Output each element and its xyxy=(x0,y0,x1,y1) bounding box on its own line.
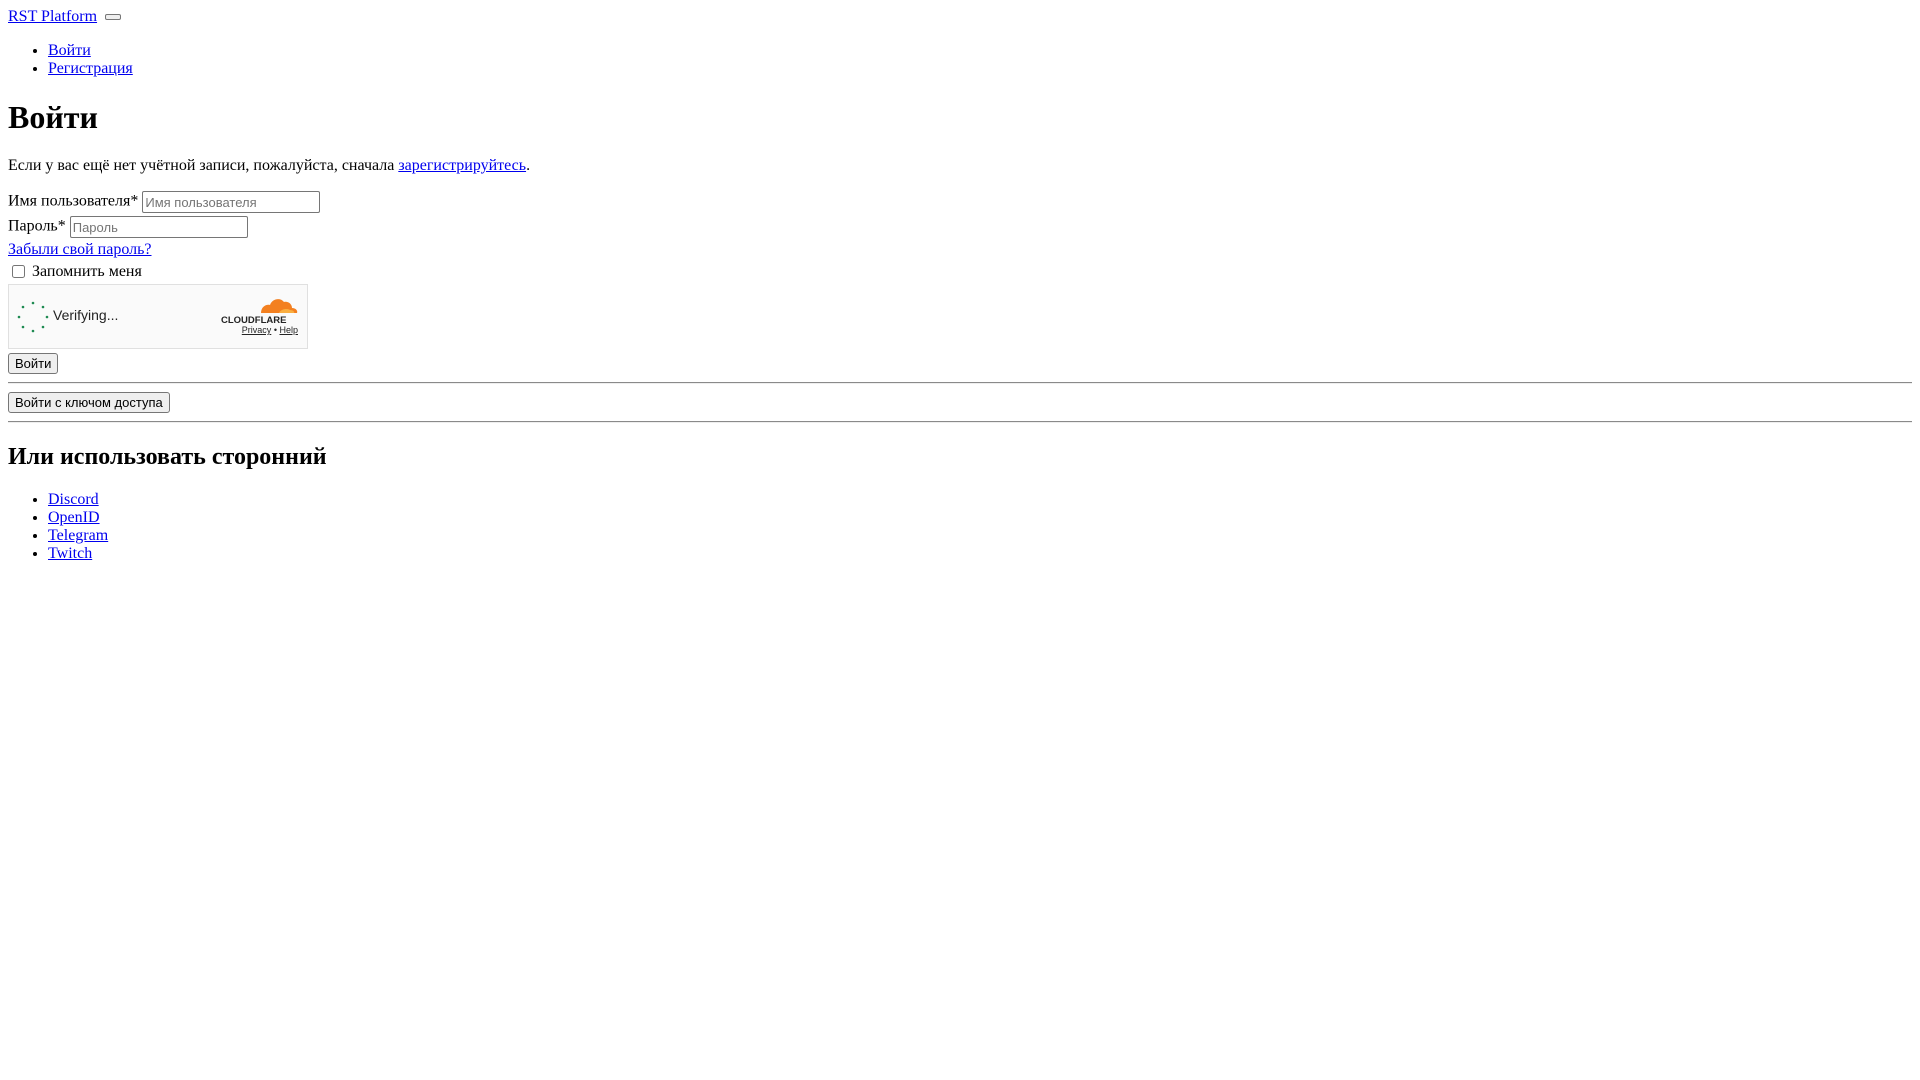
intro-text: Если у вас ещё нет учётной записи, пожал… xyxy=(8,157,1912,175)
navbar: RST Platform xyxy=(8,8,1912,26)
provider-item-openid: OpenID xyxy=(48,509,1912,527)
provider-list: Discord OpenID Telegram Twitch xyxy=(8,491,1912,563)
password-input[interactable] xyxy=(69,216,248,238)
nav-menu: Войти Регистрация xyxy=(8,42,1912,78)
login-form: Имя пользователя* Пароль* Забыли свой па… xyxy=(8,191,1912,374)
nav-item-register: Регистрация xyxy=(48,60,1912,78)
discord-link[interactable]: Discord xyxy=(48,491,99,508)
cloudflare-logo-icon: CLOUDFLARE xyxy=(221,299,298,324)
captcha-help-link[interactable]: Help xyxy=(279,325,298,335)
third-party-title: Или использовать сторонний xyxy=(8,444,327,470)
twitch-link[interactable]: Twitch xyxy=(48,545,92,562)
divider-bottom xyxy=(8,421,1912,423)
provider-item-discord: Discord xyxy=(48,491,1912,509)
forgot-password-link[interactable]: Забыли свой пароль? xyxy=(8,241,1912,259)
telegram-link[interactable]: Telegram xyxy=(48,527,108,544)
provider-item-twitch: Twitch xyxy=(48,545,1912,563)
username-label: Имя пользователя* xyxy=(8,192,139,210)
remember-checkbox[interactable] xyxy=(12,265,25,278)
password-row: Пароль* xyxy=(8,216,1912,238)
remember-label: Запомнить меня xyxy=(32,263,142,280)
register-link[interactable]: зарегистрируйтесь xyxy=(398,157,526,174)
nav-login-link[interactable]: Войти xyxy=(48,42,91,59)
page-title: Войти xyxy=(8,99,98,135)
passkey-login-button[interactable]: Войти с ключом доступа xyxy=(8,392,170,413)
password-label: Пароль* xyxy=(8,217,66,235)
login-button[interactable]: Войти xyxy=(8,353,59,374)
username-row: Имя пользователя* xyxy=(8,191,1912,213)
submit-row: Войти xyxy=(8,353,1912,374)
captcha-status: Verifying... xyxy=(53,307,119,323)
loading-spinner-icon xyxy=(17,301,49,333)
divider-top xyxy=(8,382,1912,384)
intro-prefix: Если у вас ещё нет учётной записи, пожал… xyxy=(8,157,399,174)
nav-register-link[interactable]: Регистрация xyxy=(48,60,133,77)
provider-item-telegram: Telegram xyxy=(48,527,1912,545)
remember-row: Запомнить меня xyxy=(8,262,1912,281)
openid-link[interactable]: OpenID xyxy=(48,509,100,526)
intro-suffix: . xyxy=(526,157,531,174)
username-input[interactable] xyxy=(142,191,321,213)
captcha-separator: • xyxy=(273,325,277,335)
nav-toggle-button[interactable] xyxy=(105,14,122,21)
brand-link[interactable]: RST Platform xyxy=(8,8,97,25)
page: RST Platform Войти Регистрация Войти Есл… xyxy=(0,0,1920,587)
nav-item-login: Войти xyxy=(48,42,1912,60)
captcha-widget[interactable]: Verifying... CLOUDFLARE Privacy • Help xyxy=(8,284,308,349)
captcha-links: Privacy • Help xyxy=(242,325,298,335)
captcha-privacy-link[interactable]: Privacy xyxy=(242,325,272,335)
cloudflare-wordmark: CLOUDFLARE xyxy=(221,315,286,324)
